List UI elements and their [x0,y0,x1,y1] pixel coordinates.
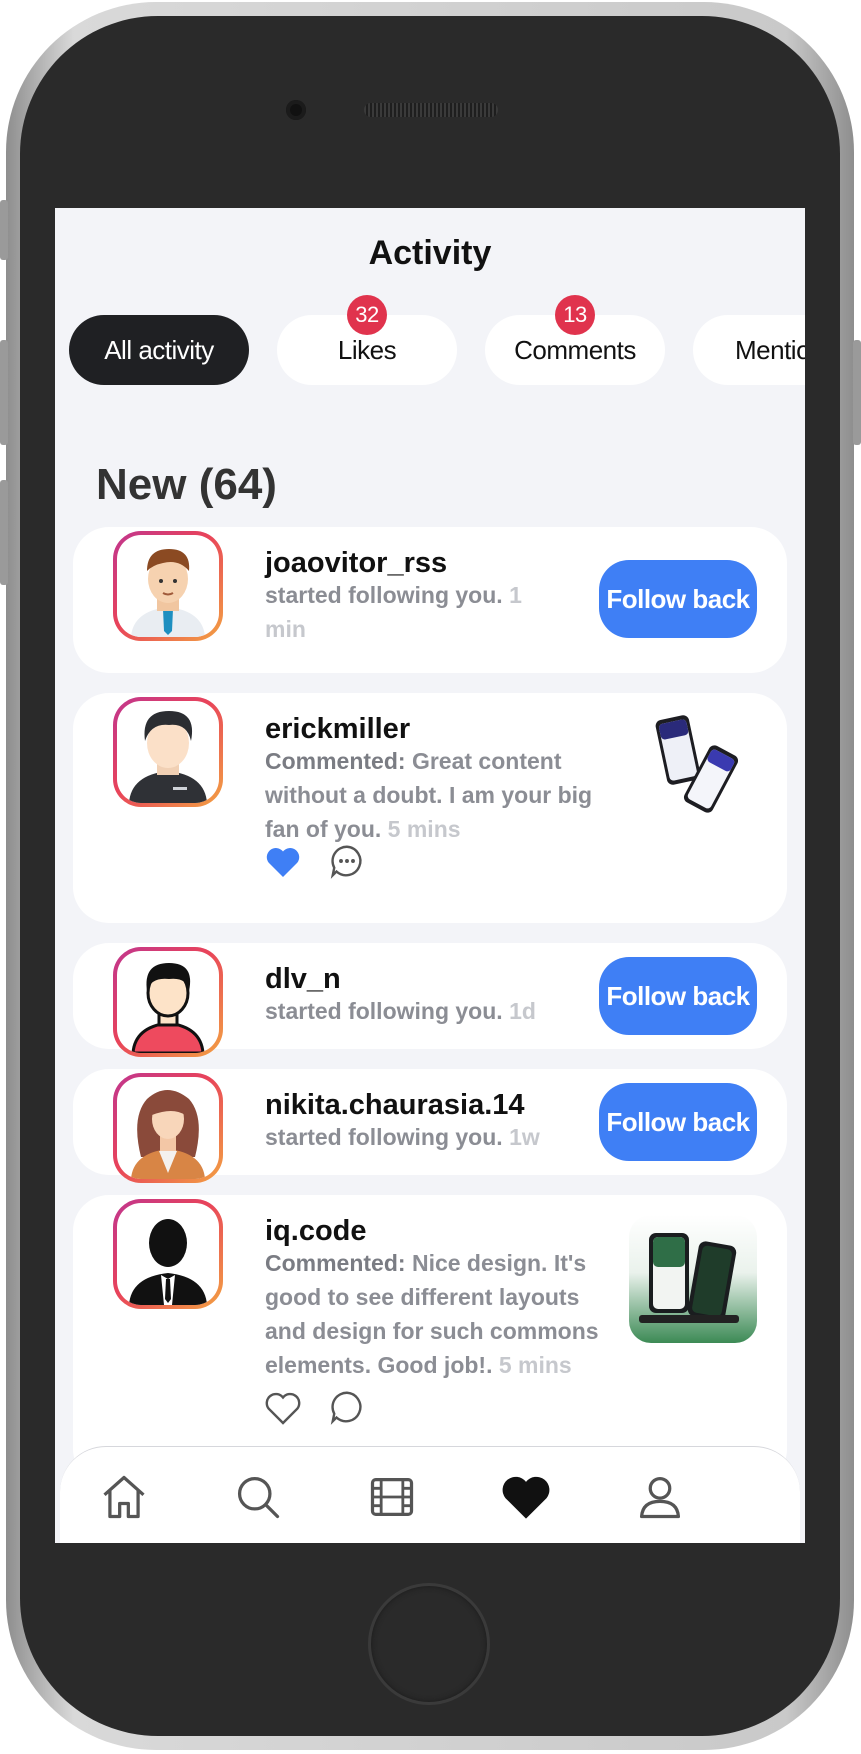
timestamp: 1d [509,998,536,1024]
reels-icon[interactable] [366,1471,418,1523]
mute-switch [0,200,8,260]
comment-line: Nice design. It's [411,1250,587,1276]
tab-label: Likes [337,334,397,365]
username[interactable]: joaovitor_rss [265,547,447,580]
phone-mockup-icon [655,715,739,813]
post-thumbnail[interactable] [629,1215,757,1343]
man-avatar-icon [131,549,205,637]
volume-up-button [0,340,8,445]
avatar[interactable] [113,1199,223,1309]
timestamp: 1 [509,582,522,608]
page-title: Activity [368,234,492,272]
bottom-navigation [60,1446,800,1543]
username[interactable]: nikita.chaurasia.14 [265,1089,525,1122]
comment-line: fan of you. [265,816,382,842]
filter-tabs: All activity 32 Likes 13 Comments Mentio [69,295,805,387]
timestamp: 5 mins [498,1352,572,1378]
like-heart-icon[interactable] [265,845,301,879]
activity-text: started following you. 1 min [265,578,522,646]
activity-description: started following you. [265,1124,503,1150]
comment-line: elements. Good job!. [265,1352,493,1378]
timestamp: 1w [509,1124,540,1150]
tab-label: All activity [104,334,214,365]
comment-text: Commented: Nice design. It's good to see… [265,1246,599,1382]
username[interactable]: iq.code [265,1215,367,1248]
username[interactable]: dlv_n [265,963,341,996]
woman-avatar-icon [131,1090,205,1179]
comment-prefix: Commented: [265,748,406,774]
follow-back-button[interactable]: Follow back [599,560,757,638]
comment-text: Commented: Great content without a doubt… [265,744,592,846]
activity-card: iq.code Commented: Nice design. It's goo… [73,1195,787,1485]
activity-card: nikita.chaurasia.14 started following yo… [73,1069,787,1183]
home-button[interactable] [368,1583,490,1705]
home-icon[interactable] [98,1471,150,1523]
likes-count-badge: 32 [347,295,387,335]
comments-count-badge: 13 [555,295,595,335]
follow-back-button[interactable]: Follow back [599,957,757,1035]
comment-line: Great content [411,748,562,774]
section-title: New (64) [96,460,277,509]
power-button [853,340,861,445]
avatar[interactable] [113,1073,223,1183]
man-avatar-icon [131,963,205,1053]
volume-down-button [0,480,8,585]
activity-card: erickmiller Commented: Great content wit… [73,693,787,923]
timestamp: 5 mins [387,816,461,842]
comment-line: and design for such commons [265,1318,599,1344]
silhouette-avatar-icon [129,1219,207,1305]
avatar[interactable] [113,697,223,807]
activity-text: started following you. 1w [265,1120,540,1154]
comment-line: without a doubt. I am your big [265,782,593,808]
search-icon[interactable] [232,1471,284,1523]
front-camera [286,100,306,120]
post-thumbnail[interactable] [639,711,751,823]
activity-description: started following you. [265,998,503,1024]
username[interactable]: erickmiller [265,713,410,746]
man-avatar-icon [129,711,207,803]
activity-card: dlv_n started following you. 1d Follow b… [73,943,787,1057]
tab-mentions[interactable]: Mentio [693,315,805,385]
follow-back-button[interactable]: Follow back [599,1083,757,1161]
comment-prefix: Commented: [265,1250,406,1276]
tab-comments[interactable]: 13 Comments [485,295,665,385]
phone-mockup-icon [639,1233,739,1323]
profile-icon[interactable] [634,1471,686,1523]
tab-likes[interactable]: 32 Likes [277,295,457,385]
activity-text: started following you. 1d [265,994,536,1028]
earpiece-speaker [364,103,498,117]
activity-card: joaovitor_rss started following you. 1 m… [73,527,787,673]
reply-comment-icon[interactable] [329,843,365,879]
avatar[interactable] [113,947,223,1057]
tab-label: Mentio [735,334,805,365]
activity-description: started following you. [265,582,503,608]
tab-label: Comments [514,334,636,365]
comment-line: good to see different layouts [265,1284,580,1310]
heart-icon[interactable] [500,1471,552,1523]
like-heart-icon[interactable] [265,1391,301,1425]
avatar[interactable] [113,531,223,641]
timestamp-unit: min [265,616,306,642]
app-screen: Activity All activity 32 Likes 13 Commen… [55,208,805,1543]
tab-all-activity[interactable]: All activity [69,315,249,385]
reply-comment-icon[interactable] [329,1389,365,1425]
